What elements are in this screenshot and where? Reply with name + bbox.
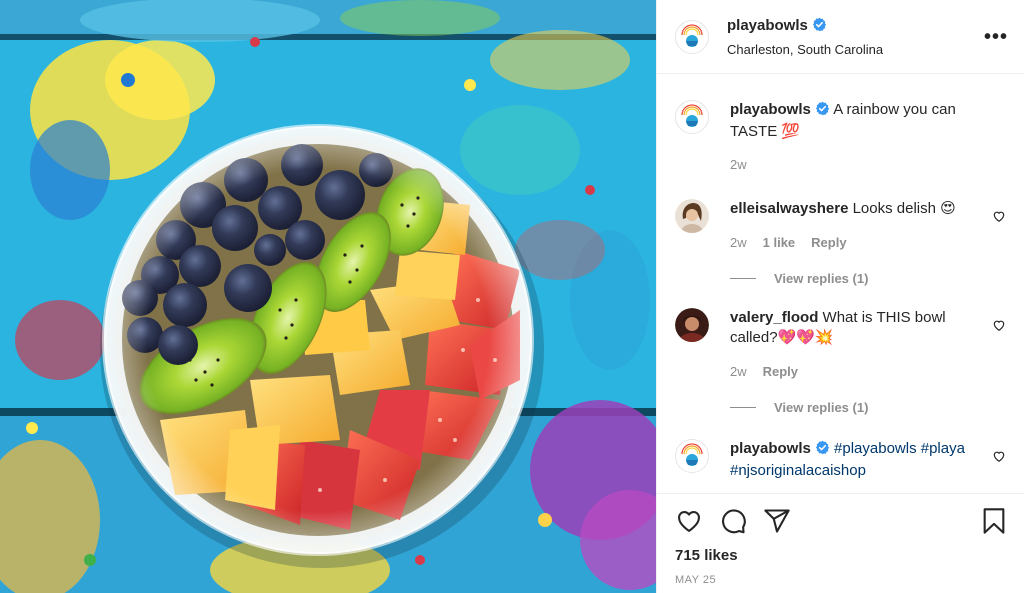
avatar[interactable] [675, 19, 709, 54]
likes-count[interactable]: 715 likes [675, 547, 1008, 564]
post-sidebar: playabowls Charleston, South Carolina ••… [656, 0, 1024, 593]
like-comment-heart-icon[interactable] [992, 449, 1006, 463]
post-actions: 715 likes MAY 25 [657, 493, 1024, 593]
more-icon[interactable]: ••• [984, 27, 1008, 47]
bookmark-icon[interactable] [980, 507, 1008, 535]
view-replies-label: View replies (1) [774, 271, 869, 286]
post-header: playabowls Charleston, South Carolina ••… [657, 0, 1024, 74]
avatar[interactable] [675, 100, 709, 134]
like-comment-heart-icon[interactable] [992, 209, 1006, 223]
comment-time[interactable]: 2w [730, 362, 747, 382]
verified-icon [815, 101, 830, 122]
caption: playabowls A rainbow you can TASTE 💯 2w [675, 100, 1008, 175]
reply-button[interactable]: Reply [811, 233, 846, 253]
view-replies-button[interactable]: View replies (1) [730, 271, 1008, 286]
caption-username[interactable]: playabowls [730, 101, 811, 118]
comment-text: Looks delish 😍 [852, 200, 956, 217]
comment-username[interactable]: playabowls [730, 440, 811, 457]
comment-username[interactable]: valery_flood [730, 309, 818, 326]
header-username[interactable]: playabowls [727, 17, 808, 34]
comment-username[interactable]: elleisalwayshere [730, 200, 848, 217]
avatar[interactable] [675, 308, 709, 342]
divider [730, 278, 756, 279]
playabowls-logo [678, 442, 706, 470]
comment-time[interactable]: 2w [730, 233, 747, 253]
verified-icon [815, 440, 830, 461]
playabowls-logo [678, 103, 706, 131]
caption-time[interactable]: 2w [730, 155, 747, 175]
instagram-post: playabowls Charleston, South Carolina ••… [0, 0, 1024, 593]
comment: valery_flood What is THIS bowl called?💖💖… [675, 308, 1008, 382]
verified-icon [812, 17, 827, 37]
rainbow-bowl-image [0, 0, 656, 593]
like-comment-heart-icon[interactable] [992, 318, 1006, 332]
comment-icon[interactable] [719, 507, 747, 535]
view-replies-label: View replies (1) [774, 400, 869, 415]
comment-likes[interactable]: 1 like [763, 233, 796, 253]
avatar[interactable] [675, 199, 709, 233]
playabowls-logo [678, 22, 706, 51]
divider [730, 407, 756, 408]
heart-icon[interactable] [675, 507, 703, 535]
share-icon[interactable] [763, 507, 791, 535]
comment: playabowls #playabowls #playa #njsorigin… [675, 439, 1008, 481]
comments-list[interactable]: playabowls A rainbow you can TASTE 💯 2w [657, 74, 1024, 493]
user-avatar-photo [675, 199, 709, 233]
post-photo[interactable] [0, 0, 656, 593]
post-location[interactable]: Charleston, South Carolina [727, 42, 984, 57]
view-replies-button[interactable]: View replies (1) [730, 400, 1008, 415]
avatar[interactable] [675, 439, 709, 473]
comment: elleisalwayshere Looks delish 😍 2w 1 lik… [675, 199, 1008, 253]
reply-button[interactable]: Reply [763, 362, 798, 382]
user-avatar-photo [675, 308, 709, 342]
post-date[interactable]: MAY 25 [675, 574, 1008, 586]
